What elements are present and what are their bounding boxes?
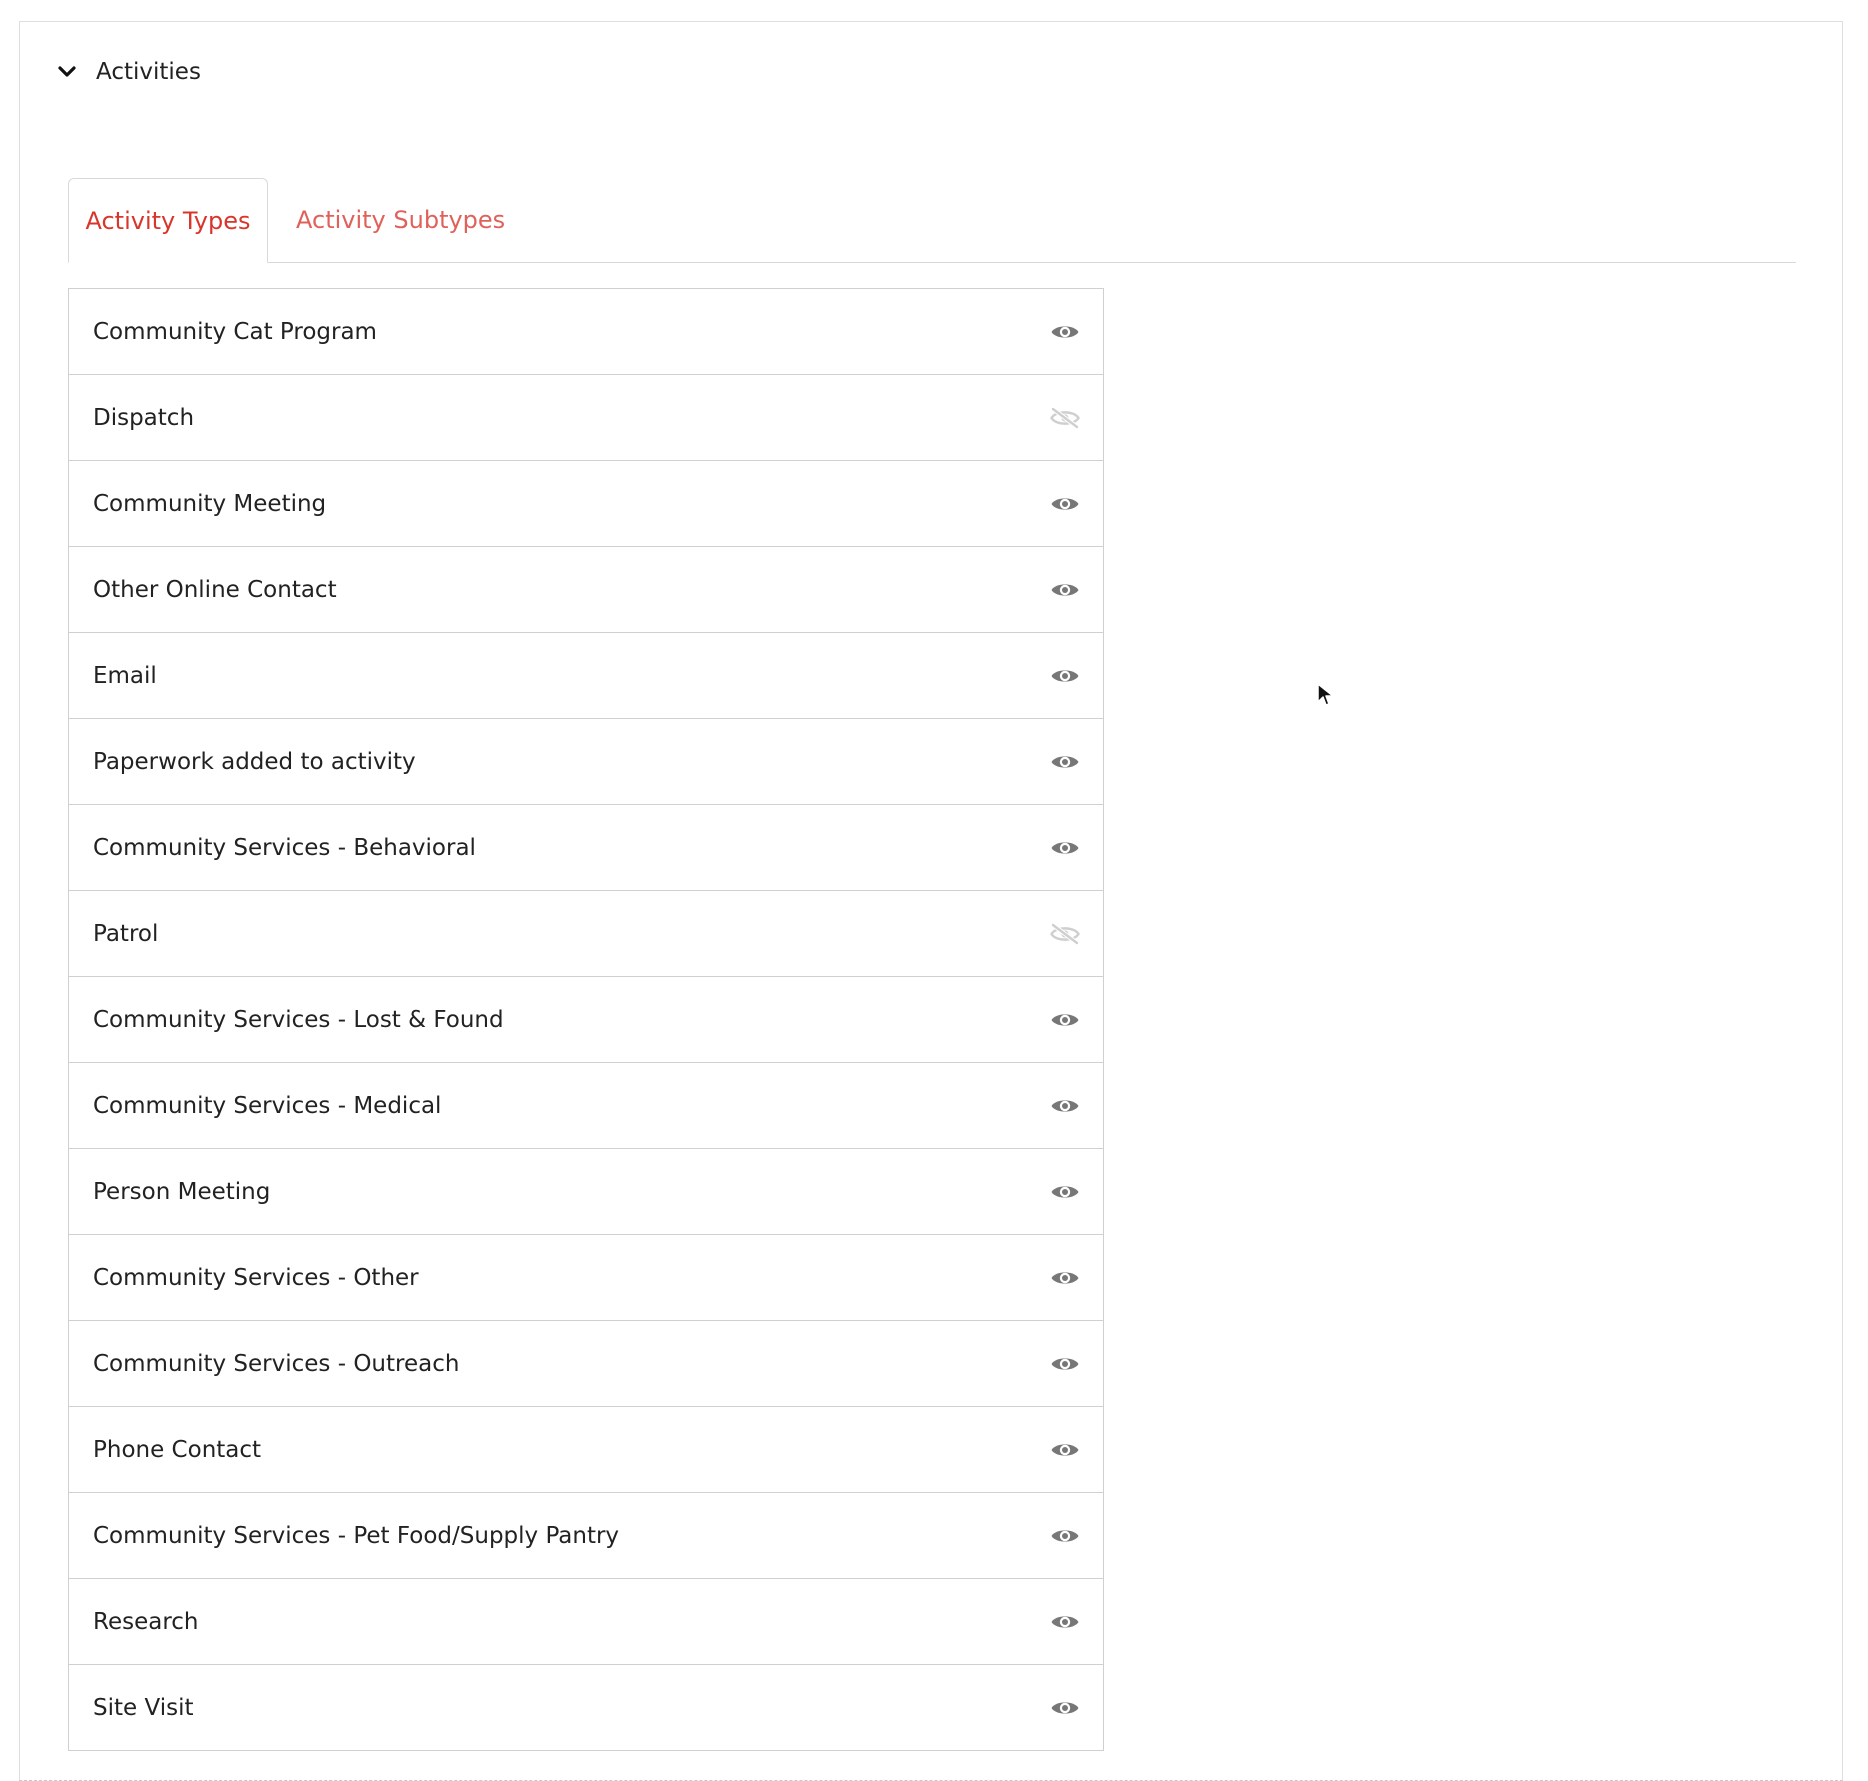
activity-type-label: Dispatch <box>93 404 195 431</box>
eye-slash-icon[interactable] <box>1049 406 1081 429</box>
activity-type-label: Paperwork added to activity <box>93 748 416 775</box>
list-item[interactable]: Community Meeting <box>69 461 1103 547</box>
eye-icon[interactable] <box>1049 321 1081 343</box>
activity-type-label: Community Services - Medical <box>93 1092 442 1119</box>
list-item[interactable]: Paperwork added to activity <box>69 719 1103 805</box>
mouse-cursor-icon <box>1317 683 1334 706</box>
list-item[interactable]: Community Services - Outreach <box>69 1321 1103 1407</box>
activity-type-label: Community Meeting <box>93 490 327 517</box>
panel-title: Activities <box>96 59 201 85</box>
chevron-down-icon[interactable] <box>56 61 78 83</box>
eye-icon[interactable] <box>1049 751 1081 773</box>
eye-icon[interactable] <box>1049 579 1081 601</box>
list-item[interactable]: Research <box>69 1579 1103 1665</box>
eye-icon[interactable] <box>1049 1439 1081 1461</box>
tab-activity-subtypes[interactable]: Activity Subtypes <box>296 178 505 262</box>
tab-activity-types[interactable]: Activity Types <box>68 178 268 263</box>
activity-type-label: Other Online Contact <box>93 576 337 603</box>
activity-type-label: Research <box>93 1608 199 1635</box>
list-item[interactable]: Patrol <box>69 891 1103 977</box>
eye-icon[interactable] <box>1049 1095 1081 1117</box>
list-item[interactable]: Community Services - Lost & Found <box>69 977 1103 1063</box>
activity-type-label: Patrol <box>93 920 159 947</box>
eye-icon[interactable] <box>1049 665 1081 687</box>
eye-icon[interactable] <box>1049 1353 1081 1375</box>
activity-type-label: Site Visit <box>93 1694 194 1721</box>
eye-icon[interactable] <box>1049 837 1081 859</box>
eye-icon[interactable] <box>1049 493 1081 515</box>
list-item[interactable]: Other Online Contact <box>69 547 1103 633</box>
activity-type-label: Community Services - Lost & Found <box>93 1006 504 1033</box>
activity-type-label: Phone Contact <box>93 1436 262 1463</box>
activity-type-label: Community Services - Outreach <box>93 1350 460 1377</box>
list-item[interactable]: Community Services - Behavioral <box>69 805 1103 891</box>
activities-panel: Activities Activity Types Activity Subty… <box>19 21 1843 1781</box>
list-item[interactable]: Community Cat Program <box>69 289 1103 375</box>
activity-type-label: Email <box>93 662 157 689</box>
eye-icon[interactable] <box>1049 1009 1081 1031</box>
eye-icon[interactable] <box>1049 1267 1081 1289</box>
activity-type-label: Community Services - Pet Food/Supply Pan… <box>93 1522 620 1549</box>
eye-icon[interactable] <box>1049 1181 1081 1203</box>
eye-icon[interactable] <box>1049 1697 1081 1719</box>
list-item[interactable]: Dispatch <box>69 375 1103 461</box>
eye-slash-icon[interactable] <box>1049 922 1081 945</box>
list-item[interactable]: Person Meeting <box>69 1149 1103 1235</box>
activity-type-label: Person Meeting <box>93 1178 271 1205</box>
tab-bar: Activity Types Activity Subtypes <box>68 178 1796 263</box>
list-item[interactable]: Phone Contact <box>69 1407 1103 1493</box>
list-item[interactable]: Community Services - Pet Food/Supply Pan… <box>69 1493 1103 1579</box>
activity-type-label: Community Services - Other <box>93 1264 419 1291</box>
list-item[interactable]: Community Services - Other <box>69 1235 1103 1321</box>
activity-type-label: Community Cat Program <box>93 318 377 345</box>
activity-type-label: Community Services - Behavioral <box>93 834 476 861</box>
activities-panel-header[interactable]: Activities <box>56 52 201 92</box>
list-item[interactable]: Email <box>69 633 1103 719</box>
list-item[interactable]: Site Visit <box>69 1665 1103 1750</box>
list-item[interactable]: Community Services - Medical <box>69 1063 1103 1149</box>
eye-icon[interactable] <box>1049 1611 1081 1633</box>
activity-types-list: Community Cat Program Dispatch Community… <box>68 288 1104 1751</box>
eye-icon[interactable] <box>1049 1525 1081 1547</box>
